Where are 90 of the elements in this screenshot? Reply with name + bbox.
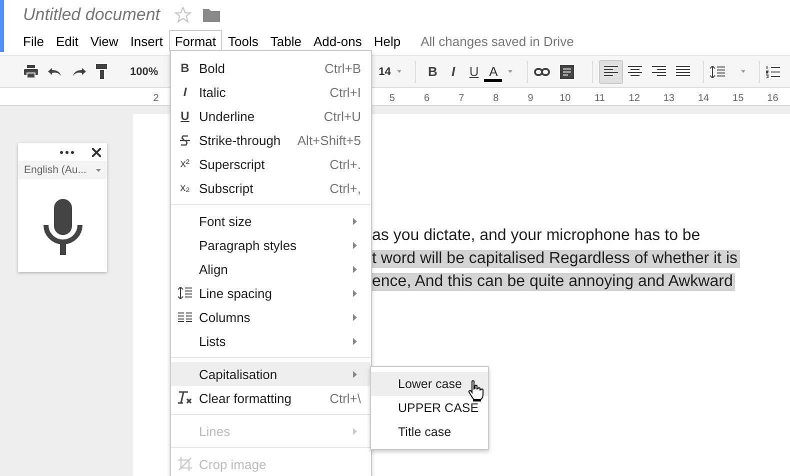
- menu-item[interactable]: I Italic Ctrl+I: [171, 80, 371, 104]
- ruler-number: 16: [766, 92, 780, 104]
- crop-icon: [178, 457, 192, 471]
- ruler-number: 7: [458, 92, 466, 104]
- microphone-icon[interactable]: [42, 199, 82, 255]
- star-icon[interactable]: [174, 6, 192, 24]
- menu-item[interactable]: Format: [168, 30, 222, 52]
- format-glyph: B: [180, 61, 190, 75]
- close-icon[interactable]: [92, 148, 101, 156]
- menu-item[interactable]: x² Superscript Ctrl+.: [171, 152, 371, 176]
- submenu-arrow-icon: [353, 218, 357, 224]
- caret-icon[interactable]: [740, 70, 746, 73]
- submenu-arrow-icon: [353, 370, 357, 378]
- ruler-number: 8: [492, 92, 500, 104]
- columns-icon: [178, 312, 192, 322]
- menu-item[interactable]: Align: [171, 257, 371, 281]
- menu-item[interactable]: Paragraph styles: [171, 233, 371, 257]
- submenu-arrow-icon: [353, 266, 357, 272]
- menu-item[interactable]: Edit: [50, 30, 84, 52]
- ruler-number: 2: [152, 92, 160, 104]
- menu-item[interactable]: Lists: [171, 329, 371, 353]
- submenu-arrow-icon: [353, 290, 357, 296]
- line-spacing-icon[interactable]: [710, 66, 725, 78]
- format-glyph: x²: [180, 158, 190, 170]
- submenu-item[interactable]: UPPER CASE: [371, 396, 488, 420]
- document-title[interactable]: Untitled document: [23, 5, 160, 25]
- menu-item[interactable]: Add-ons: [307, 30, 368, 52]
- font-size-select[interactable]: 14: [378, 66, 391, 78]
- link-icon[interactable]: [534, 68, 550, 76]
- submenu-arrow-icon: [353, 428, 357, 434]
- menu-item[interactable]: Help: [368, 30, 407, 52]
- undo-icon[interactable]: [48, 66, 62, 76]
- ruler-number: 12: [628, 92, 641, 104]
- ruler-number: 14: [696, 92, 710, 104]
- menu-item[interactable]: Columns: [171, 305, 371, 329]
- caret-icon[interactable]: [96, 168, 102, 172]
- submenu-arrow-icon: [353, 338, 357, 344]
- menu-item[interactable]: B Bold Ctrl+B: [171, 56, 371, 80]
- align-left-button[interactable]: [598, 60, 623, 84]
- align-right-icon: [652, 66, 666, 77]
- menu-item[interactable]: Clear formatting Ctrl+\: [171, 386, 371, 410]
- bold-button[interactable]: B: [422, 62, 443, 81]
- menu-item[interactable]: File: [17, 30, 50, 52]
- clear-formatting-icon: [177, 391, 193, 405]
- caret-icon[interactable]: [396, 70, 402, 73]
- text-color-button[interactable]: A: [484, 62, 502, 82]
- ruler-number: 5: [388, 92, 396, 104]
- menu-item[interactable]: Insert: [124, 30, 169, 52]
- ruler-number: 9: [526, 92, 534, 104]
- caret-icon[interactable]: [508, 70, 513, 73]
- paint-roller-icon[interactable]: [96, 64, 108, 79]
- submenu-item[interactable]: Lower case: [371, 372, 488, 396]
- print-icon[interactable]: [24, 65, 38, 78]
- justify-icon: [676, 66, 690, 77]
- save-status: All changes saved in Drive: [420, 34, 574, 48]
- menu-item[interactable]: View: [84, 30, 124, 52]
- align-center-icon: [628, 66, 642, 77]
- comment-icon[interactable]: [560, 64, 574, 78]
- underline-button[interactable]: U: [464, 62, 484, 81]
- folder-icon[interactable]: [203, 8, 220, 22]
- menu-item[interactable]: x₂ Subscript Ctrl+,: [171, 176, 371, 200]
- line-spacing-icon: [178, 287, 192, 299]
- document-text-line: as you dictate, and your microphone has to be: [372, 226, 702, 244]
- submenu-arrow-icon: [353, 314, 357, 320]
- ruler-number: 6: [422, 92, 431, 104]
- menu-item[interactable]: U Underline Ctrl+U: [171, 104, 371, 128]
- format-glyph: I: [183, 85, 187, 99]
- more-icon[interactable]: [60, 150, 74, 154]
- language-select[interactable]: English (Au...: [18, 161, 107, 179]
- numbered-list-icon[interactable]: [766, 66, 780, 78]
- menu-item[interactable]: Capitalisation: [171, 362, 371, 386]
- ruler-number: 10: [558, 92, 572, 104]
- menu-item[interactable]: Tools: [222, 30, 264, 52]
- format-glyph: U: [180, 109, 190, 123]
- ruler-number: 15: [732, 92, 745, 104]
- strikethrough-icon: [180, 134, 190, 146]
- italic-button[interactable]: I: [443, 62, 464, 81]
- menu-item[interactable]: Strike-through Alt+Shift+5: [171, 128, 371, 152]
- ruler-number: 13: [662, 92, 676, 104]
- align-left-icon: [604, 66, 618, 77]
- hand-cursor-icon: [468, 380, 484, 402]
- submenu-item[interactable]: Title case: [371, 420, 488, 444]
- submenu-arrow-icon: [353, 242, 357, 248]
- ruler-number: 11: [594, 92, 606, 104]
- menu-item[interactable]: Table: [264, 30, 308, 52]
- redo-icon[interactable]: [72, 66, 86, 76]
- menu-item[interactable]: Line spacing: [171, 281, 371, 305]
- format-glyph: x₂: [180, 182, 190, 194]
- zoom-select[interactable]: 100%: [130, 66, 158, 78]
- menu-item[interactable]: Font size: [171, 209, 371, 233]
